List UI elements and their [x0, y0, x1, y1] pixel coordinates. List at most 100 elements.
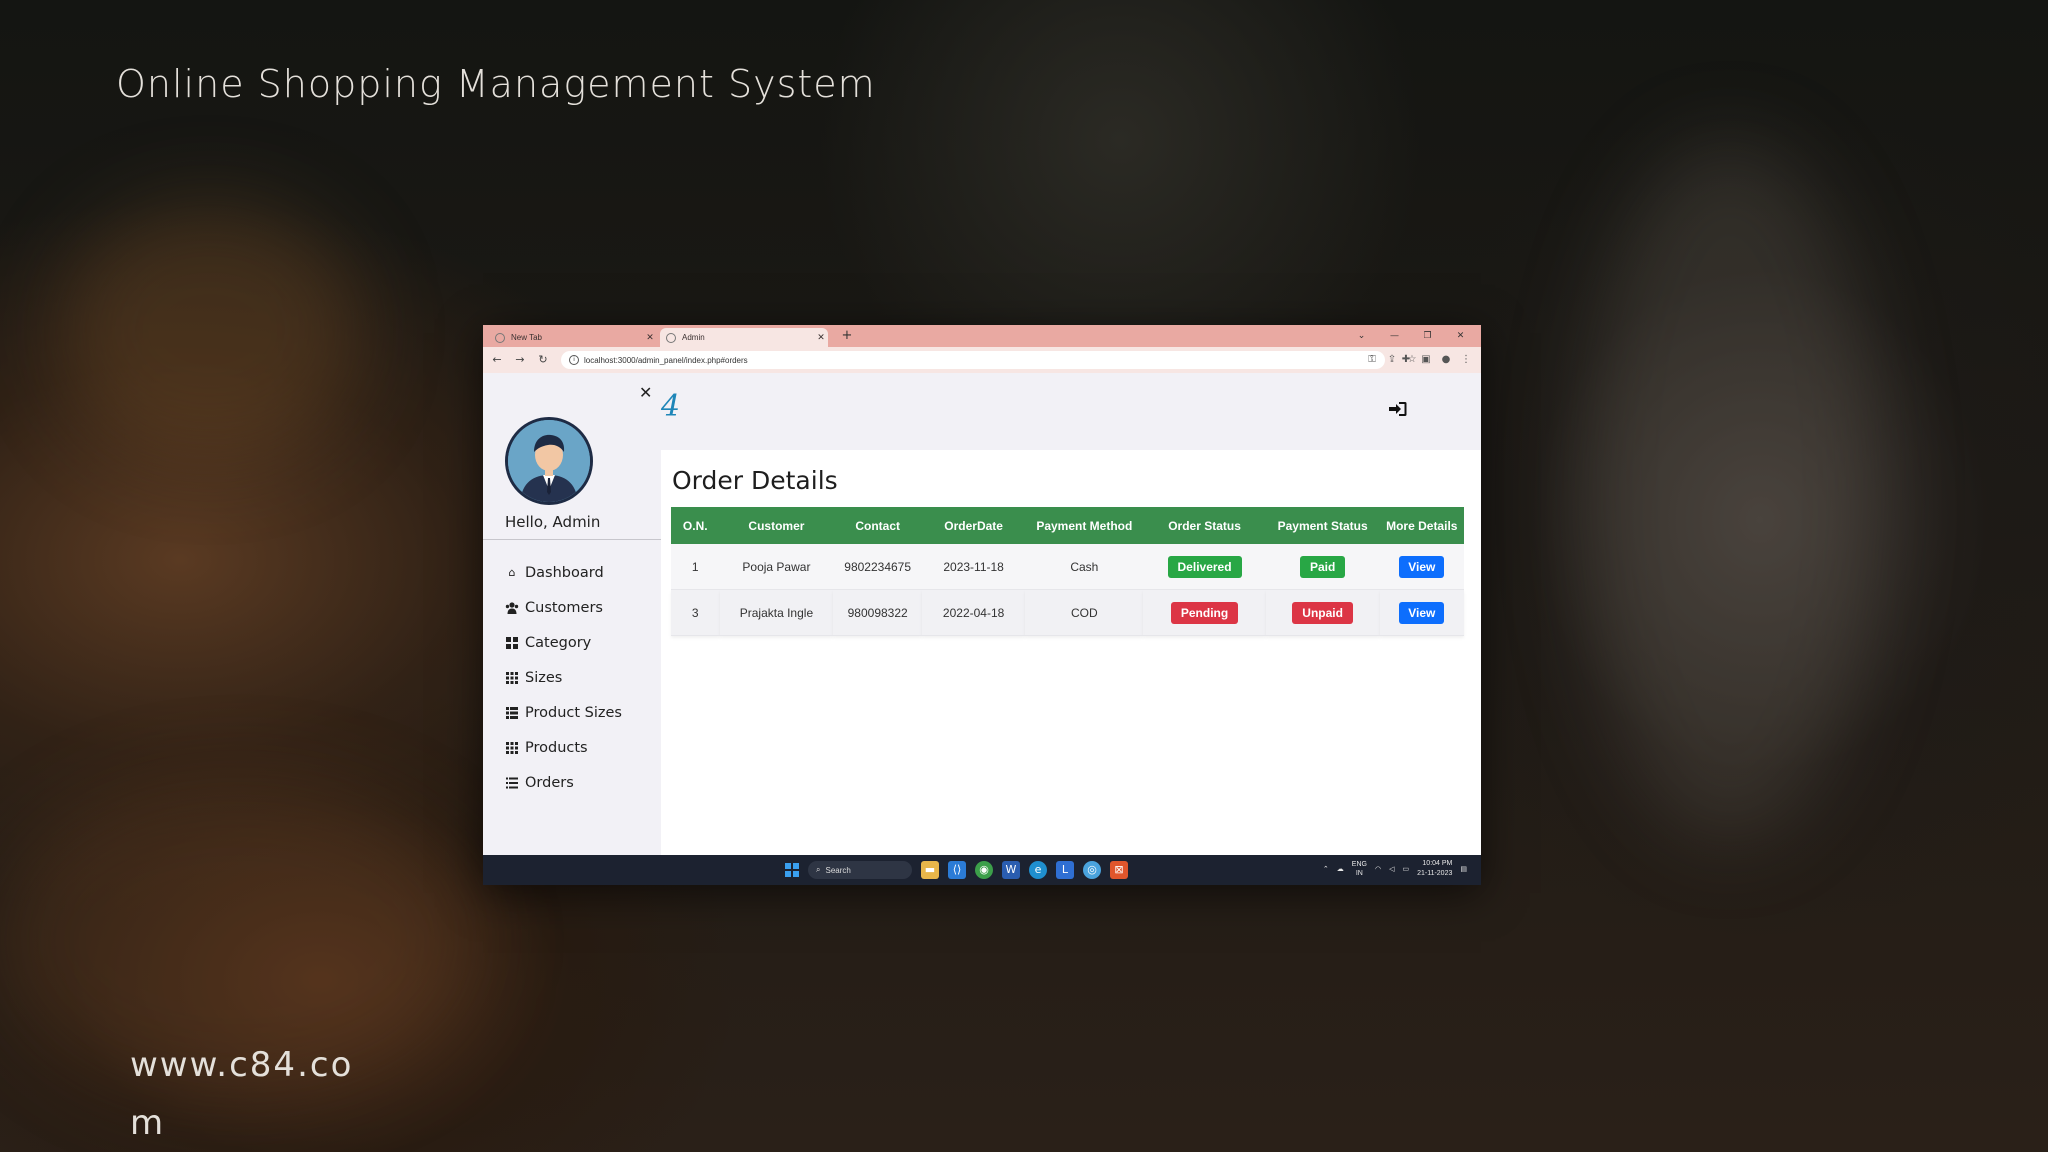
extensions-icon[interactable]: ✚ — [1399, 352, 1413, 368]
vscode-icon[interactable]: ⟨⟩ — [948, 861, 966, 879]
brand-logo[interactable]: 4 — [661, 389, 680, 424]
sidebar-item-dashboard[interactable]: ⌂ Dashboard — [505, 555, 622, 590]
orders-table: O.N. Customer Contact OrderDate Payment … — [671, 507, 1464, 636]
minimize-button[interactable]: — — [1378, 327, 1411, 345]
column-header: O.N. — [671, 507, 720, 544]
reload-icon[interactable]: ↻ — [535, 352, 551, 368]
sidebar-item-orders[interactable]: Orders — [505, 765, 622, 800]
clock[interactable]: 10:04 PM 21-11-2023 — [1417, 859, 1452, 879]
close-icon[interactable]: ✕ — [639, 383, 652, 402]
sidebar: ✕ Hello, Admin ⌂ Dashboard Customers Cat… — [483, 373, 661, 855]
sidebar-item-label: Product Sizes — [525, 704, 622, 721]
column-header: More Details — [1379, 507, 1464, 544]
clock-time: 10:04 PM — [1422, 860, 1453, 867]
sidebar-item-products[interactable]: Products — [505, 730, 622, 765]
admin-page: ✕ Hello, Admin ⌂ Dashboard Customers Cat… — [483, 373, 1481, 855]
taskbar-search[interactable]: ⌕ Search — [808, 861, 912, 879]
payment-status-badge[interactable]: Paid — [1299, 555, 1346, 578]
customer-name: Pooja Pawar — [719, 544, 834, 590]
sidebar-item-label: Sizes — [525, 669, 563, 686]
payment-method: Cash — [1025, 544, 1144, 590]
xampp-icon[interactable]: ⊠ — [1110, 861, 1128, 879]
windows-start-icon[interactable] — [785, 863, 799, 877]
sign-in-icon[interactable] — [1389, 401, 1407, 422]
sidebar-divider — [483, 539, 661, 540]
view-button[interactable]: View — [1399, 601, 1445, 624]
key-icon[interactable]: ⚿ — [1365, 352, 1379, 368]
payment-status-cell: Unpaid — [1265, 589, 1380, 636]
contact-number: 9802234675 — [833, 544, 922, 590]
sidebar-item-customers[interactable]: Customers — [505, 590, 622, 625]
profile-icon[interactable]: ● — [1439, 352, 1453, 368]
order-number: 1 — [671, 544, 720, 590]
close-window-button[interactable]: ✕ — [1444, 327, 1477, 345]
forward-icon[interactable]: → — [512, 352, 528, 368]
more-details-cell: View — [1379, 589, 1464, 636]
order-status-badge[interactable]: Pending — [1170, 601, 1239, 624]
column-header: Customer — [719, 507, 834, 544]
onedrive-icon[interactable]: ☁ — [1337, 865, 1344, 873]
sidebar-item-label: Orders — [525, 774, 574, 791]
sidebar-item-label: Products — [525, 739, 588, 756]
payment-status-cell: Paid — [1265, 544, 1380, 590]
chrome-icon[interactable]: ◉ — [975, 861, 993, 879]
new-tab-button[interactable]: + — [839, 328, 855, 344]
page-title: Order Details — [672, 466, 838, 495]
notification-icon[interactable]: ▤ — [1460, 865, 1467, 873]
column-header: OrderDate — [921, 507, 1026, 544]
customer-name: Prajakta Ingle — [719, 589, 834, 636]
wifi-icon[interactable]: ◠ — [1375, 865, 1381, 873]
order-number: 3 — [671, 589, 720, 636]
payment-status-badge[interactable]: Unpaid — [1292, 601, 1353, 624]
column-header: Contact — [833, 507, 922, 544]
table-row: 3 Prajakta Ingle 980098322 2022-04-18 CO… — [671, 589, 1464, 636]
side-panel-icon[interactable]: ▣ — [1419, 352, 1433, 368]
list-grid-icon — [505, 706, 519, 720]
column-header: Payment Method — [1025, 507, 1144, 544]
site-info-icon[interactable]: i — [569, 355, 579, 365]
tab-search-icon[interactable]: ⌄ — [1345, 327, 1378, 345]
view-button[interactable]: View — [1399, 555, 1445, 578]
clock-date: 21-11-2023 — [1417, 870, 1453, 877]
close-tab-icon[interactable]: ✕ — [643, 332, 657, 343]
battery-icon[interactable]: ▭ — [1402, 865, 1409, 873]
column-header: Order Status — [1143, 507, 1266, 544]
users-icon — [505, 601, 519, 615]
volume-icon[interactable]: ◁ — [1389, 865, 1394, 873]
watermark-url: www.c84.com — [130, 1045, 354, 1143]
background-title: Online Shopping Management System — [116, 62, 876, 106]
admin-avatar-icon — [508, 420, 590, 502]
order-status-cell: Delivered — [1143, 544, 1266, 590]
close-tab-icon[interactable]: ✕ — [814, 332, 828, 343]
table-row: 1 Pooja Pawar 9802234675 2023-11-18 Cash… — [671, 544, 1464, 590]
order-date: 2023-11-18 — [921, 544, 1026, 590]
language-indicator[interactable]: ENG IN — [1352, 860, 1367, 878]
chrome-profile-icon[interactable]: ◎ — [1083, 861, 1101, 879]
sidebar-item-sizes[interactable]: Sizes — [505, 660, 622, 695]
column-header: Payment Status — [1265, 507, 1380, 544]
tab-new-tab[interactable]: New Tab ✕ — [489, 328, 657, 347]
sidebar-item-product-sizes[interactable]: Product Sizes — [505, 695, 622, 730]
globe-icon — [495, 332, 505, 343]
file-explorer-icon[interactable]: ▬ — [921, 861, 939, 879]
table-header-row: O.N. Customer Contact OrderDate Payment … — [671, 507, 1464, 544]
tray-chevron-icon[interactable]: ⌃ — [1323, 865, 1329, 873]
list-icon — [505, 776, 519, 790]
url-field[interactable]: i localhost:3000/admin_panel/index.php#o… — [561, 351, 1385, 369]
word-icon[interactable]: W — [1002, 861, 1020, 879]
language-top: ENG — [1351, 861, 1367, 868]
edge-icon[interactable]: e — [1029, 861, 1047, 879]
tab-bar: New Tab ✕ Admin ✕ + ⌄ — ❐ ✕ — [483, 325, 1481, 347]
sidebar-item-category[interactable]: Category — [505, 625, 622, 660]
launcher-icon[interactable]: L — [1056, 861, 1074, 879]
restore-button[interactable]: ❐ — [1411, 327, 1444, 345]
windows-taskbar: ⌕ Search ▬ ⟨⟩ ◉ W e L ◎ ⊠ ⌃ ☁ ENG IN ◠ ◁… — [483, 855, 1481, 885]
more-details-cell: View — [1379, 544, 1464, 590]
back-icon[interactable]: ← — [489, 352, 505, 368]
grid-icon — [505, 671, 519, 685]
menu-kebab-icon[interactable]: ⋮ — [1459, 352, 1473, 368]
share-icon[interactable]: ⇪ — [1385, 352, 1399, 368]
order-status-badge[interactable]: Delivered — [1167, 555, 1242, 578]
tab-admin[interactable]: Admin ✕ — [660, 328, 828, 347]
th-large-icon — [505, 636, 519, 650]
